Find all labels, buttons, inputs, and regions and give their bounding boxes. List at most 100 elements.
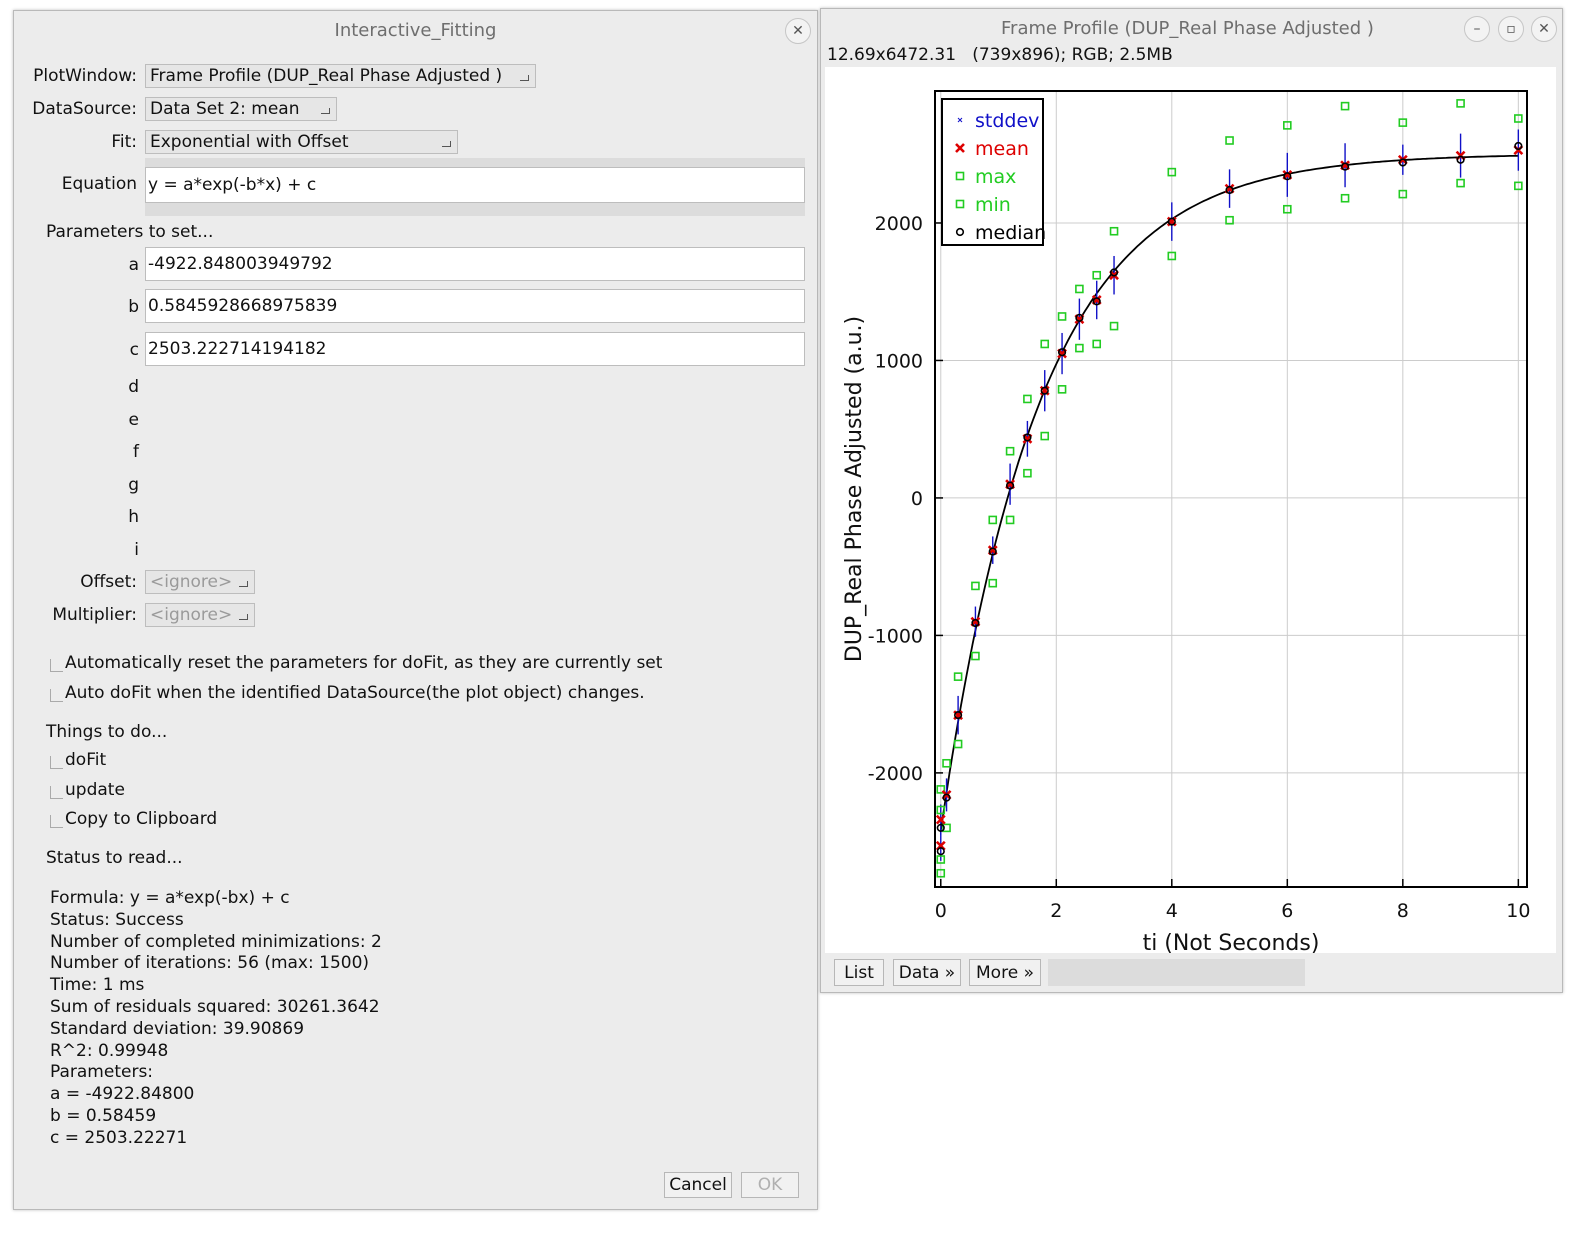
data-button[interactable]: Data » [893,959,961,986]
maximize-icon[interactable]: ▫ [1498,16,1524,42]
legend-stddev-label: stddev [975,110,1039,132]
param-e-label: e [128,410,139,430]
x-tick-label: 0 [935,900,947,922]
min-point [971,651,980,661]
max-point [1109,226,1119,236]
max-point [953,672,963,681]
cancel-button[interactable]: Cancel [664,1172,732,1198]
x-tick-label: 4 [1166,900,1178,922]
min-point [1057,385,1067,394]
x-tick-label: 6 [1281,900,1293,922]
legend-max-label: max [975,166,1016,188]
param-a-value: -4922.848003949792 [148,254,333,274]
min-point [1023,468,1032,478]
checkbox-box [50,658,63,672]
status-line: a = -4922.84800 [50,1084,195,1105]
status-line: Number of iterations: 56 (max: 1500) [50,953,370,974]
legend-min-label: min [975,194,1011,216]
chevron-down-icon [321,108,330,114]
status-line: Status: Success [50,909,184,930]
chevron-down-icon [520,75,529,81]
plot-window-value: Frame Profile (DUP_Real Phase Adjusted ) [150,66,503,86]
equation-label: Equation [61,174,137,194]
param-a-field[interactable]: -4922.848003949792 [145,247,805,281]
y-tick-label: 1000 [875,350,923,372]
plot-canvas: 0 2 4 6 8 10 -2000 -1000 0 1000 2000 ti (Not Second… [825,67,1556,953]
legend-mean-label: mean [975,138,1029,160]
max-point [1005,446,1015,456]
ok-button[interactable]: OK [741,1172,799,1198]
chevron-down-icon [239,581,248,587]
minimize-icon[interactable]: – [1464,16,1490,42]
param-b-field[interactable]: 0.5845928668975839 [145,289,805,323]
status-line: Sum of residuals squared: 30261.3642 [50,996,380,1017]
min-point [988,578,998,588]
x-axis-label: ti (Not Seconds) [1143,931,1320,953]
auto-reset-checkbox[interactable]: Automatically reset the parameters for d… [50,653,662,673]
close-icon[interactable]: ✕ [785,18,811,44]
min-point [953,739,963,749]
data-source-label: DataSource: [32,99,137,119]
min-point [1456,178,1465,188]
param-b-value: 0.5845928668975839 [148,296,338,316]
status-line: c = 2503.22271 [50,1127,188,1148]
auto-reset-label: Automatically reset the parameters for d… [65,653,663,673]
profile-chart: 0 2 4 6 8 10 -2000 -1000 0 1000 2000 ti (Not Second… [842,90,1530,953]
param-c-field[interactable]: 2503.222714194182 [145,332,805,366]
multiplier-select[interactable]: <ignore> [145,603,255,627]
param-d-label: d [128,377,139,397]
fit-title-bar: Interactive_Fitting [14,11,817,49]
auto-dofit-checkbox[interactable]: Auto doFit when the identified DataSourc… [50,683,645,703]
x-tick-label: 2 [1050,900,1062,922]
y-tick-label: -2000 [868,763,923,785]
params-heading: Parameters to set... [46,222,214,242]
interactive-fitting-window: Interactive_Fitting ✕ PlotWindow: Frame … [13,10,818,1210]
dofit-label: doFit [65,750,107,770]
checkbox-box [50,688,63,702]
auto-dofit-label: Auto doFit when the identified DataSourc… [65,683,645,703]
max-point [1023,394,1032,404]
copy-clipboard-checkbox[interactable]: Copy to Clipboard [50,809,217,829]
max-point [1225,136,1234,145]
y-tick-label: -1000 [868,625,923,647]
offset-label: Offset: [80,572,137,592]
min-point [1075,343,1084,353]
max-point [1340,101,1350,111]
dofit-checkbox[interactable]: doFit [50,750,106,770]
max-point [1075,284,1084,294]
param-c-value: 2503.222714194182 [148,339,327,359]
param-a-label: a [128,255,139,275]
fit-select[interactable]: Exponential with Offset [145,130,458,154]
fit-window-title: Interactive_Fitting [334,19,497,41]
more-button[interactable]: More » [969,959,1041,986]
multiplier-value: <ignore> [150,605,233,625]
update-checkbox[interactable]: update [50,780,125,800]
chevron-down-icon [442,141,451,147]
status-line: Number of completed minimizations: 2 [50,931,382,952]
plot-window-select[interactable]: Frame Profile (DUP_Real Phase Adjusted ) [145,64,536,88]
chevron-down-icon [239,614,248,620]
data-source-select[interactable]: Data Set 2: mean [145,97,337,121]
max-point [942,758,951,768]
checkbox-box [50,785,63,799]
frame-profile-window: Frame Profile (DUP_Real Phase Adjusted )… [820,8,1563,993]
checkbox-box [50,814,63,828]
offset-select[interactable]: <ignore> [145,570,255,594]
max-point [971,581,980,591]
checkbox-box [50,755,63,769]
x-tick-label: 8 [1397,900,1409,922]
param-g-label: g [128,475,139,495]
max-point [1092,270,1102,280]
status-bar [1048,959,1305,986]
param-f-label: f [133,442,139,462]
data-source-value: Data Set 2: mean [150,99,300,119]
things-heading: Things to do... [46,722,168,742]
status-line: R^2: 0.99948 [50,1040,169,1061]
fit-value: Exponential with Offset [150,132,349,152]
close-icon[interactable]: ✕ [1531,16,1557,42]
status-line: Formula: y = a*exp(-bx) + c [50,888,290,908]
equation-field[interactable]: y = a*exp(-b*x) + c [145,167,805,203]
min-point [1340,193,1350,203]
image-info: 12.69x6472.31 (739x896); RGB; 2.5MB [827,45,1173,65]
list-button[interactable]: List [834,959,884,986]
